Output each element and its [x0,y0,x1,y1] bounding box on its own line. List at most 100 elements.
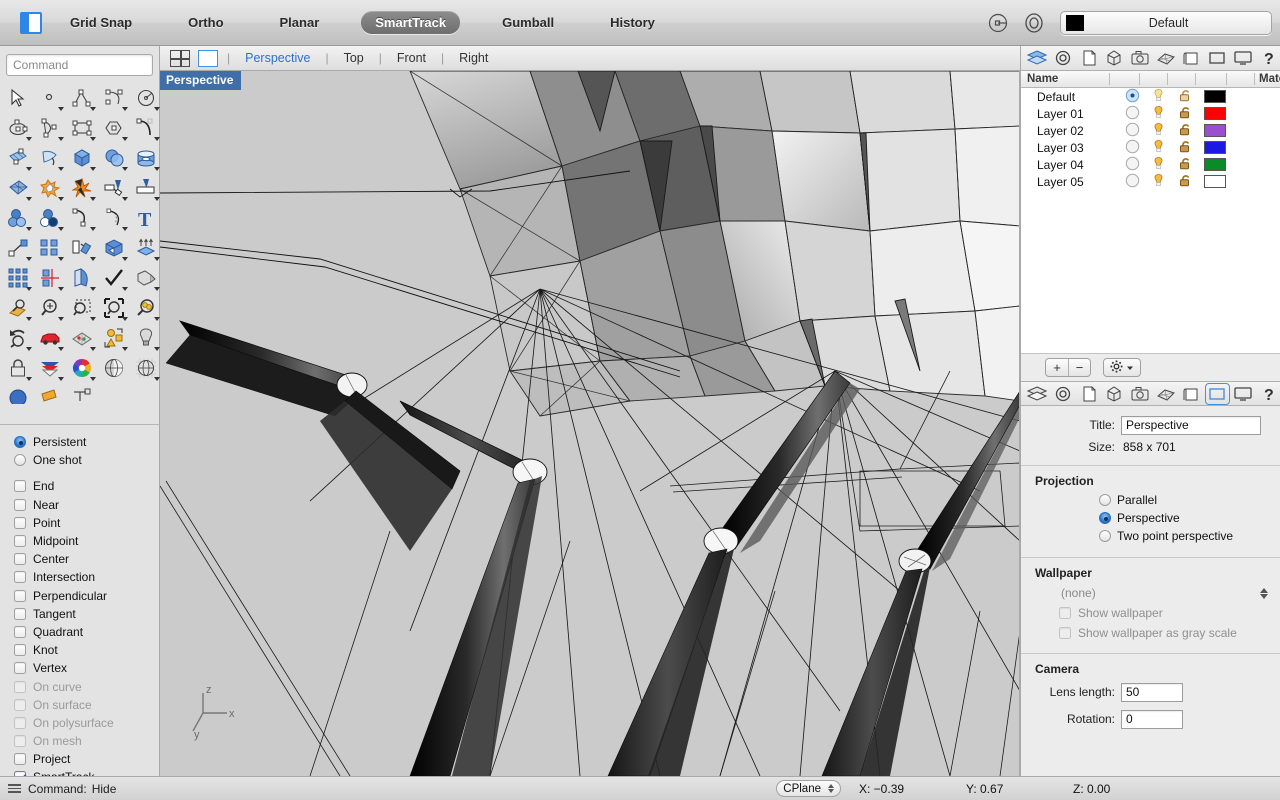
rotate-object-icon[interactable] [67,234,99,264]
object-box-icon[interactable] [1103,48,1126,68]
trim-icon[interactable] [99,174,131,204]
cap-hole-icon[interactable] [99,234,131,264]
toggle-ortho[interactable]: Ortho [174,11,237,34]
zoom-window-icon[interactable] [99,294,131,324]
camera-icon[interactable] [1129,384,1152,404]
layer-list[interactable]: Default Layer 01 Layer 0 [1021,88,1280,353]
object-box-icon[interactable] [1103,384,1126,404]
free-curve-icon[interactable] [131,114,163,144]
help-icon[interactable]: ? [1257,384,1280,404]
zoom-undo-icon[interactable] [3,324,35,354]
viewport-title-label[interactable]: Perspective [160,71,241,90]
check-icon[interactable] [99,264,131,294]
layer-row-01[interactable]: Layer 01 [1021,105,1280,122]
surface-grid-icon[interactable] [3,144,35,174]
lock-icon[interactable] [3,354,35,384]
osnap-near[interactable]: Near [14,496,159,514]
osnap-perpendicular[interactable]: Perpendicular [14,587,159,605]
layer-color-swatch[interactable] [1204,175,1226,188]
cplane-selector[interactable]: CPlane [776,780,841,797]
grid-sphere-icon[interactable] [131,354,163,384]
ellipse-icon[interactable] [3,114,35,144]
layer-row-03[interactable]: Layer 03 [1021,139,1280,156]
surface-sweep-icon[interactable] [35,144,67,174]
osnap-point[interactable]: Point [14,514,159,532]
explode-icon[interactable] [35,174,67,204]
material-selector[interactable]: Default [1060,11,1272,35]
layer-row-04[interactable]: Layer 04 [1021,156,1280,173]
display-monitor-icon[interactable] [1232,384,1255,404]
current-layer-radio-icon[interactable] [1125,139,1140,157]
osnap-quadrant[interactable]: Quadrant [14,623,159,641]
lens-length-input[interactable]: 50 [1121,683,1183,702]
wallpaper-select[interactable]: (none) [1021,583,1280,603]
offset-curve-icon[interactable] [67,204,99,234]
layer-visibility-bulb-icon[interactable] [1151,105,1166,123]
current-layer-radio-icon[interactable] [1125,122,1140,140]
zoom-selected-icon[interactable] [67,294,99,324]
layer-row-02[interactable]: Layer 02 [1021,122,1280,139]
curve-icon[interactable] [99,84,131,114]
named-views-car-icon[interactable] [35,324,67,354]
toggle-history[interactable]: History [596,11,669,34]
document-icon[interactable] [1077,48,1100,68]
layout-page-icon[interactable] [1180,48,1203,68]
layer-lock-icon[interactable] [1178,156,1193,174]
record-circle-icon[interactable] [1022,11,1046,35]
bend-icon[interactable] [67,264,99,294]
projection-perspective[interactable]: Perspective [1021,509,1280,527]
toggle-smarttrack[interactable]: SmartTrack [361,11,460,34]
camera-cone-icon[interactable] [35,384,67,414]
layers-icon[interactable] [1026,384,1049,404]
help-icon[interactable]: ? [1257,48,1280,68]
command-input[interactable]: Command [6,54,153,76]
layer-visibility-bulb-icon[interactable] [1151,88,1166,106]
layer-lock-icon[interactable] [1178,88,1193,106]
boolean-union-icon[interactable] [3,204,35,234]
document-icon[interactable] [1077,384,1100,404]
layer-color-swatch[interactable] [1204,124,1226,137]
zoom-in-icon[interactable] [35,294,67,324]
properties-target-icon[interactable] [1052,48,1075,68]
offset-dash-icon[interactable] [99,204,131,234]
osnap-project[interactable]: Project [14,750,159,768]
hamburger-menu-icon[interactable] [8,784,21,793]
current-layer-radio-icon[interactable] [1125,105,1140,123]
layer-options-button[interactable] [1103,358,1141,377]
boolean-diff-icon[interactable] [35,204,67,234]
osnap-end[interactable]: End [14,477,159,495]
grid-points-icon[interactable] [3,264,35,294]
tab-perspective[interactable]: Perspective [239,51,316,65]
add-layer-button[interactable]: + [1046,359,1068,376]
fillet-burst-icon[interactable] [67,174,99,204]
layer-lock-icon[interactable] [1178,105,1193,123]
render-mesh-icon[interactable] [1155,384,1178,404]
array-icon[interactable] [35,234,67,264]
annotate-icon[interactable] [67,384,99,414]
perspective-viewport[interactable]: Perspective [160,71,1020,776]
tab-top[interactable]: Top [338,51,370,65]
osnap-target-icon[interactable] [986,11,1010,35]
osnap-vertex[interactable]: Vertex [14,659,159,677]
sphere-boolean-icon[interactable] [99,144,131,174]
layer-lock-icon[interactable] [1178,122,1193,140]
wallpaper-stepper-icon[interactable] [1260,588,1268,599]
layer-color-swatch[interactable] [1204,158,1226,171]
layer-lock-icon[interactable] [1178,139,1193,157]
layer-color-swatch[interactable] [1204,141,1226,154]
polyline-icon[interactable] [67,84,99,114]
extrude-up-icon[interactable] [131,234,163,264]
split-icon[interactable] [131,174,163,204]
sphere-blue-icon[interactable] [3,384,35,414]
osnap-midpoint[interactable]: Midpoint [14,532,159,550]
projection-two-point[interactable]: Two point perspective [1021,527,1280,545]
camera-icon[interactable] [1129,48,1152,68]
current-layer-radio-icon[interactable] [1125,173,1140,191]
display-rect-icon[interactable] [1206,48,1229,68]
rectangle-icon[interactable] [67,114,99,144]
layers-icon[interactable] [1026,48,1049,68]
render-mesh-icon[interactable] [1155,48,1178,68]
four-view-layout-icon[interactable] [170,50,190,67]
select-arrow-icon[interactable] [3,84,35,114]
circle-icon[interactable] [131,84,163,114]
